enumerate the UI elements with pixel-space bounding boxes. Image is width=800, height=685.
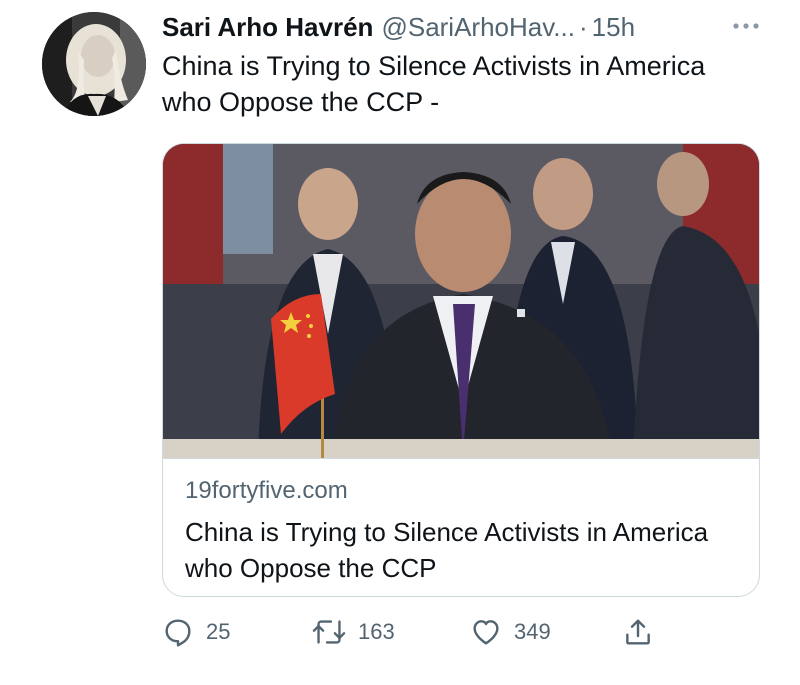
retweet-count: 163 bbox=[358, 619, 395, 644]
reply-count: 25 bbox=[206, 619, 231, 644]
card-title: China is Trying to Silence Activists in … bbox=[185, 517, 709, 583]
tweet-header: Sari Arho Havrén @SariArhoHav... · 15h bbox=[162, 10, 782, 44]
card-domain: 19fortyfive.com bbox=[185, 477, 348, 504]
card-image bbox=[163, 144, 759, 458]
tweet-text: China is Trying to Silence Activists in … bbox=[162, 51, 706, 117]
share-icon bbox=[626, 619, 650, 645]
avatar-photo bbox=[42, 12, 146, 116]
author-handle[interactable]: @SariArhoHav... bbox=[381, 12, 575, 43]
link-card[interactable]: 19fortyfive.com China is Trying to Silen… bbox=[162, 143, 760, 597]
retweet-icon bbox=[312, 620, 346, 644]
share-button[interactable] bbox=[622, 612, 654, 652]
heart-icon bbox=[473, 620, 499, 645]
avatar[interactable] bbox=[42, 12, 146, 116]
ellipsis-icon bbox=[733, 23, 759, 29]
retweet-button[interactable]: 163 bbox=[312, 612, 395, 652]
like-button[interactable]: 349 bbox=[470, 612, 551, 652]
card-divider bbox=[163, 458, 759, 459]
timestamp[interactable]: 15h bbox=[592, 12, 635, 43]
separator-dot: · bbox=[578, 11, 588, 42]
reply-icon bbox=[165, 619, 191, 647]
action-bar: 25 163 349 bbox=[160, 612, 660, 652]
like-count: 349 bbox=[514, 619, 551, 644]
reply-button[interactable]: 25 bbox=[162, 612, 230, 652]
tweet: Sari Arho Havrén @SariArhoHav... · 15h C… bbox=[0, 0, 800, 685]
author-name[interactable]: Sari Arho Havrén bbox=[162, 12, 373, 43]
more-options-button[interactable] bbox=[728, 12, 764, 40]
